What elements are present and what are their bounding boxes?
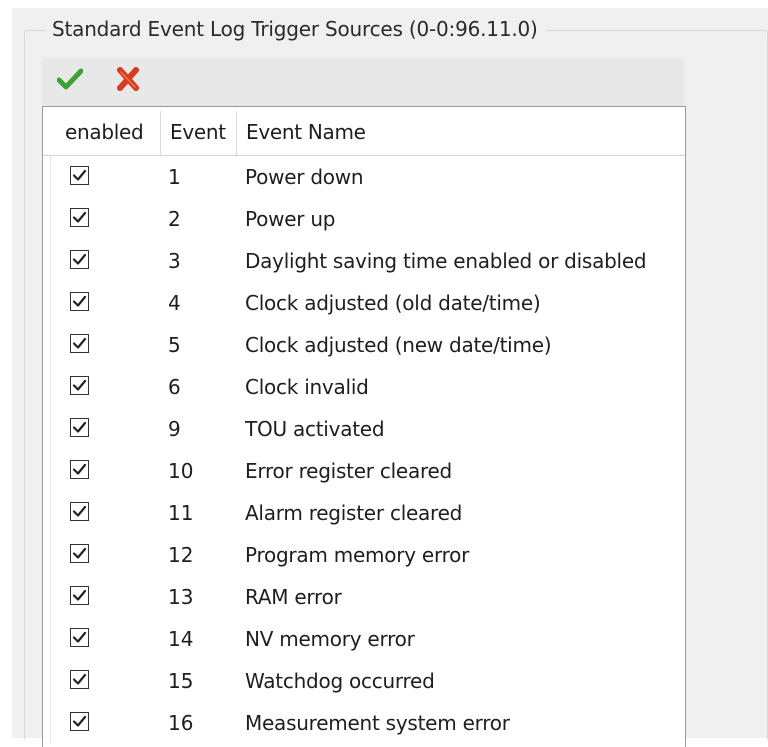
checkmark-icon	[72, 547, 87, 559]
table-row[interactable]: 15 Watchdog occurred	[43, 660, 685, 702]
checkmark-icon	[72, 169, 87, 181]
event-name: Watchdog occurred	[245, 669, 435, 693]
column-divider[interactable]	[236, 111, 237, 155]
event-number: 13	[168, 585, 194, 609]
event-number: 4	[168, 291, 181, 315]
event-name: Clock adjusted (old date/time)	[245, 291, 541, 315]
accept-button[interactable]	[53, 64, 87, 98]
cancel-button[interactable]	[111, 64, 145, 98]
enabled-checkbox[interactable]	[70, 376, 89, 395]
checkmark-icon	[72, 589, 87, 601]
checkmark-icon	[72, 715, 87, 727]
event-number: 3	[168, 249, 181, 273]
table-row[interactable]: 6 Clock invalid	[43, 366, 685, 408]
event-name: TOU activated	[245, 417, 385, 441]
table-row[interactable]: 12 Program memory error	[43, 534, 685, 576]
enabled-checkbox[interactable]	[70, 292, 89, 311]
table-row[interactable]: 4 Clock adjusted (old date/time)	[43, 282, 685, 324]
groupbox-title: Standard Event Log Trigger Sources (0-0:…	[46, 16, 546, 42]
enabled-checkbox[interactable]	[70, 586, 89, 605]
enabled-checkbox[interactable]	[70, 670, 89, 689]
enabled-checkbox[interactable]	[70, 712, 89, 731]
enabled-checkbox[interactable]	[70, 166, 89, 185]
table-row[interactable]: 9 TOU activated	[43, 408, 685, 450]
event-name: Power up	[245, 207, 336, 231]
checkmark-icon	[72, 379, 87, 391]
event-number: 1	[168, 165, 181, 189]
column-header-enabled[interactable]: enabled	[65, 107, 144, 155]
enabled-checkbox[interactable]	[70, 208, 89, 227]
event-name: Program memory error	[245, 543, 470, 567]
table-row[interactable]: 5 Clock adjusted (new date/time)	[43, 324, 685, 366]
enabled-checkbox[interactable]	[70, 544, 89, 563]
x-icon	[116, 66, 140, 96]
checkmark-icon	[72, 253, 87, 265]
grid-rows: 1 Power down 2 Power up 3 Daylight saving tim…	[43, 156, 685, 744]
event-name: Clock adjusted (new date/time)	[245, 333, 552, 357]
table-row[interactable]: 14 NV memory error	[43, 618, 685, 660]
checkmark-icon	[72, 211, 87, 223]
table-row[interactable]: 10 Error register cleared	[43, 450, 685, 492]
event-name: Clock invalid	[245, 375, 369, 399]
event-number: 12	[168, 543, 194, 567]
event-name: Daylight saving time enabled or disabled	[245, 249, 647, 273]
enabled-checkbox[interactable]	[70, 460, 89, 479]
checkmark-icon	[72, 295, 87, 307]
event-number: 9	[168, 417, 181, 441]
checkmark-icon	[72, 505, 87, 517]
table-row[interactable]: 11 Alarm register cleared	[43, 492, 685, 534]
table-row[interactable]: 1 Power down	[43, 156, 685, 198]
event-number: 15	[168, 669, 194, 693]
table-row[interactable]: 13 RAM error	[43, 576, 685, 618]
enabled-checkbox[interactable]	[70, 334, 89, 353]
event-name: NV memory error	[245, 627, 415, 651]
column-divider[interactable]	[160, 111, 161, 155]
event-name: Error register cleared	[245, 459, 452, 483]
checkmark-icon	[72, 463, 87, 475]
event-number: 10	[168, 459, 194, 483]
column-header-event-name[interactable]: Event Name	[246, 107, 366, 155]
event-name: RAM error	[245, 585, 342, 609]
table-row[interactable]: 2 Power up	[43, 198, 685, 240]
event-grid: enabled Event Event Name 1 Power down 2 Pow…	[42, 106, 686, 747]
column-header-event[interactable]: Event	[170, 107, 226, 155]
event-name: Power down	[245, 165, 364, 189]
checkmark-icon	[72, 337, 87, 349]
table-row[interactable]: 3 Daylight saving time enabled or disable…	[43, 240, 685, 282]
checkmark-icon	[72, 421, 87, 433]
checkmark-icon	[56, 68, 84, 94]
event-name: Alarm register cleared	[245, 501, 463, 525]
event-number: 6	[168, 375, 181, 399]
event-number: 2	[168, 207, 181, 231]
event-number: 14	[168, 627, 194, 651]
enabled-checkbox[interactable]	[70, 418, 89, 437]
checkmark-icon	[72, 673, 87, 685]
checkmark-icon	[72, 631, 87, 643]
enabled-checkbox[interactable]	[70, 502, 89, 521]
event-number: 5	[168, 333, 181, 357]
enabled-checkbox[interactable]	[70, 628, 89, 647]
event-number: 11	[168, 501, 194, 525]
enabled-checkbox[interactable]	[70, 250, 89, 269]
grid-header: enabled Event Event Name	[43, 107, 685, 156]
